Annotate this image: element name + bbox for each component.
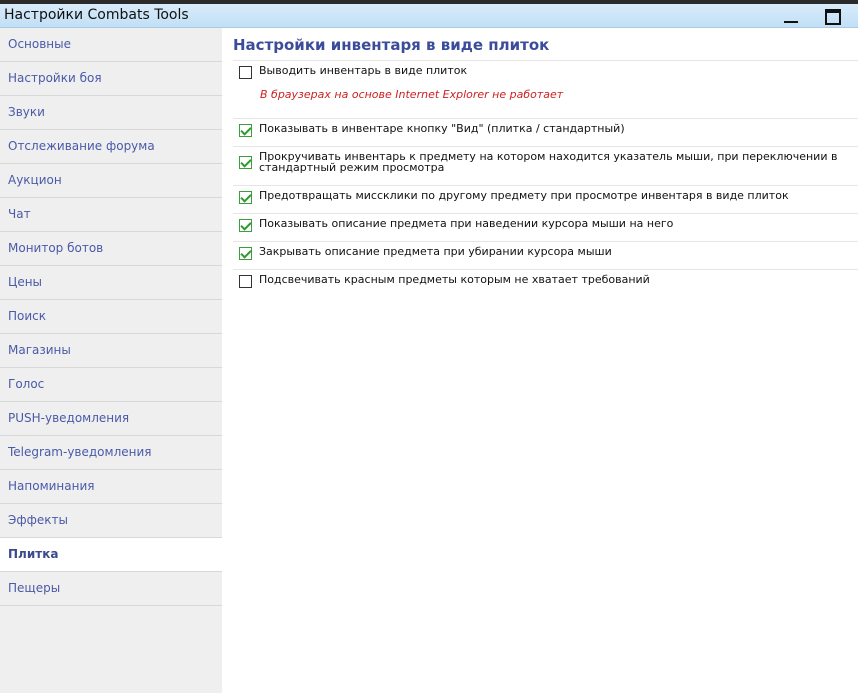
sidebar-item-chat[interactable]: Чат bbox=[0, 198, 222, 232]
sidebar-item-auction[interactable]: Аукцион bbox=[0, 164, 222, 198]
page-title: Настройки инвентаря в виде плиток bbox=[233, 36, 550, 54]
show-description-checkbox[interactable] bbox=[239, 219, 252, 232]
option-row-scroll-to-item: Прокручивать инвентарь к предмету на кот… bbox=[233, 146, 858, 181]
maximize-icon[interactable] bbox=[822, 7, 844, 25]
option-row-prevent-misclicks: Предотвращать миссклики по другому предм… bbox=[233, 185, 858, 212]
prevent-misclicks-label: Предотвращать миссклики по другому предм… bbox=[259, 189, 789, 202]
option-row-show-description: Показывать описание предмета при наведен… bbox=[233, 213, 858, 240]
tile-inventory-checkbox[interactable] bbox=[239, 66, 252, 79]
title-bar: Настройки Combats Tools bbox=[0, 4, 858, 28]
prevent-misclicks-checkbox[interactable] bbox=[239, 191, 252, 204]
close-description-checkbox[interactable] bbox=[239, 247, 252, 260]
settings-panel: Настройки инвентаря в виде плиток Выводи… bbox=[222, 28, 858, 693]
sidebar-item-forum-tracking[interactable]: Отслеживание форума bbox=[0, 130, 222, 164]
minimize-icon[interactable] bbox=[780, 7, 802, 25]
sidebar-item-osnovnye[interactable]: Основные bbox=[0, 28, 222, 62]
highlight-red-checkbox[interactable] bbox=[239, 275, 252, 288]
option-row-view-button: Показывать в инвентаре кнопку "Вид" (пли… bbox=[233, 118, 858, 145]
scroll-to-item-checkbox[interactable] bbox=[239, 156, 252, 169]
show-description-label: Показывать описание предмета при наведен… bbox=[259, 217, 674, 230]
sidebar-item-reminders[interactable]: Напоминания bbox=[0, 470, 222, 504]
sidebar-item-shops[interactable]: Магазины bbox=[0, 334, 222, 368]
sidebar-item-effects[interactable]: Эффекты bbox=[0, 504, 222, 538]
close-description-label: Закрывать описание предмета при убирании… bbox=[259, 245, 612, 258]
scroll-to-item-label: Прокручивать инвентарь к предмету на кот… bbox=[259, 150, 838, 174]
sidebar-item-push-notifications[interactable]: PUSH-уведомления bbox=[0, 402, 222, 436]
view-button-label: Показывать в инвентаре кнопку "Вид" (пли… bbox=[259, 122, 625, 135]
sidebar-item-tiles[interactable]: Плитка bbox=[0, 538, 222, 572]
sidebar: Основные Настройки боя Звуки Отслеживани… bbox=[0, 28, 222, 693]
sidebar-item-sounds[interactable]: Звуки bbox=[0, 96, 222, 130]
ie-warning-note: В браузерах на основе Internet Explorer … bbox=[260, 88, 564, 101]
option-row-close-description: Закрывать описание предмета при убирании… bbox=[233, 241, 858, 268]
view-button-checkbox[interactable] bbox=[239, 124, 252, 137]
sidebar-item-bot-monitor[interactable]: Монитор ботов bbox=[0, 232, 222, 266]
sidebar-item-caves[interactable]: Пещеры bbox=[0, 572, 222, 606]
window-title: Настройки Combats Tools bbox=[4, 7, 189, 23]
sidebar-item-telegram-notifications[interactable]: Telegram-уведомления bbox=[0, 436, 222, 470]
tile-inventory-label: Выводить инвентарь в виде плиток bbox=[259, 64, 468, 77]
highlight-red-label: Подсвечивать красным предметы которым не… bbox=[259, 273, 650, 286]
option-row-highlight-red: Подсвечивать красным предметы которым не… bbox=[233, 269, 858, 296]
sidebar-item-battle-settings[interactable]: Настройки боя bbox=[0, 62, 222, 96]
sidebar-item-voice[interactable]: Голос bbox=[0, 368, 222, 402]
sidebar-item-search[interactable]: Поиск bbox=[0, 300, 222, 334]
sidebar-item-prices[interactable]: Цены bbox=[0, 266, 222, 300]
